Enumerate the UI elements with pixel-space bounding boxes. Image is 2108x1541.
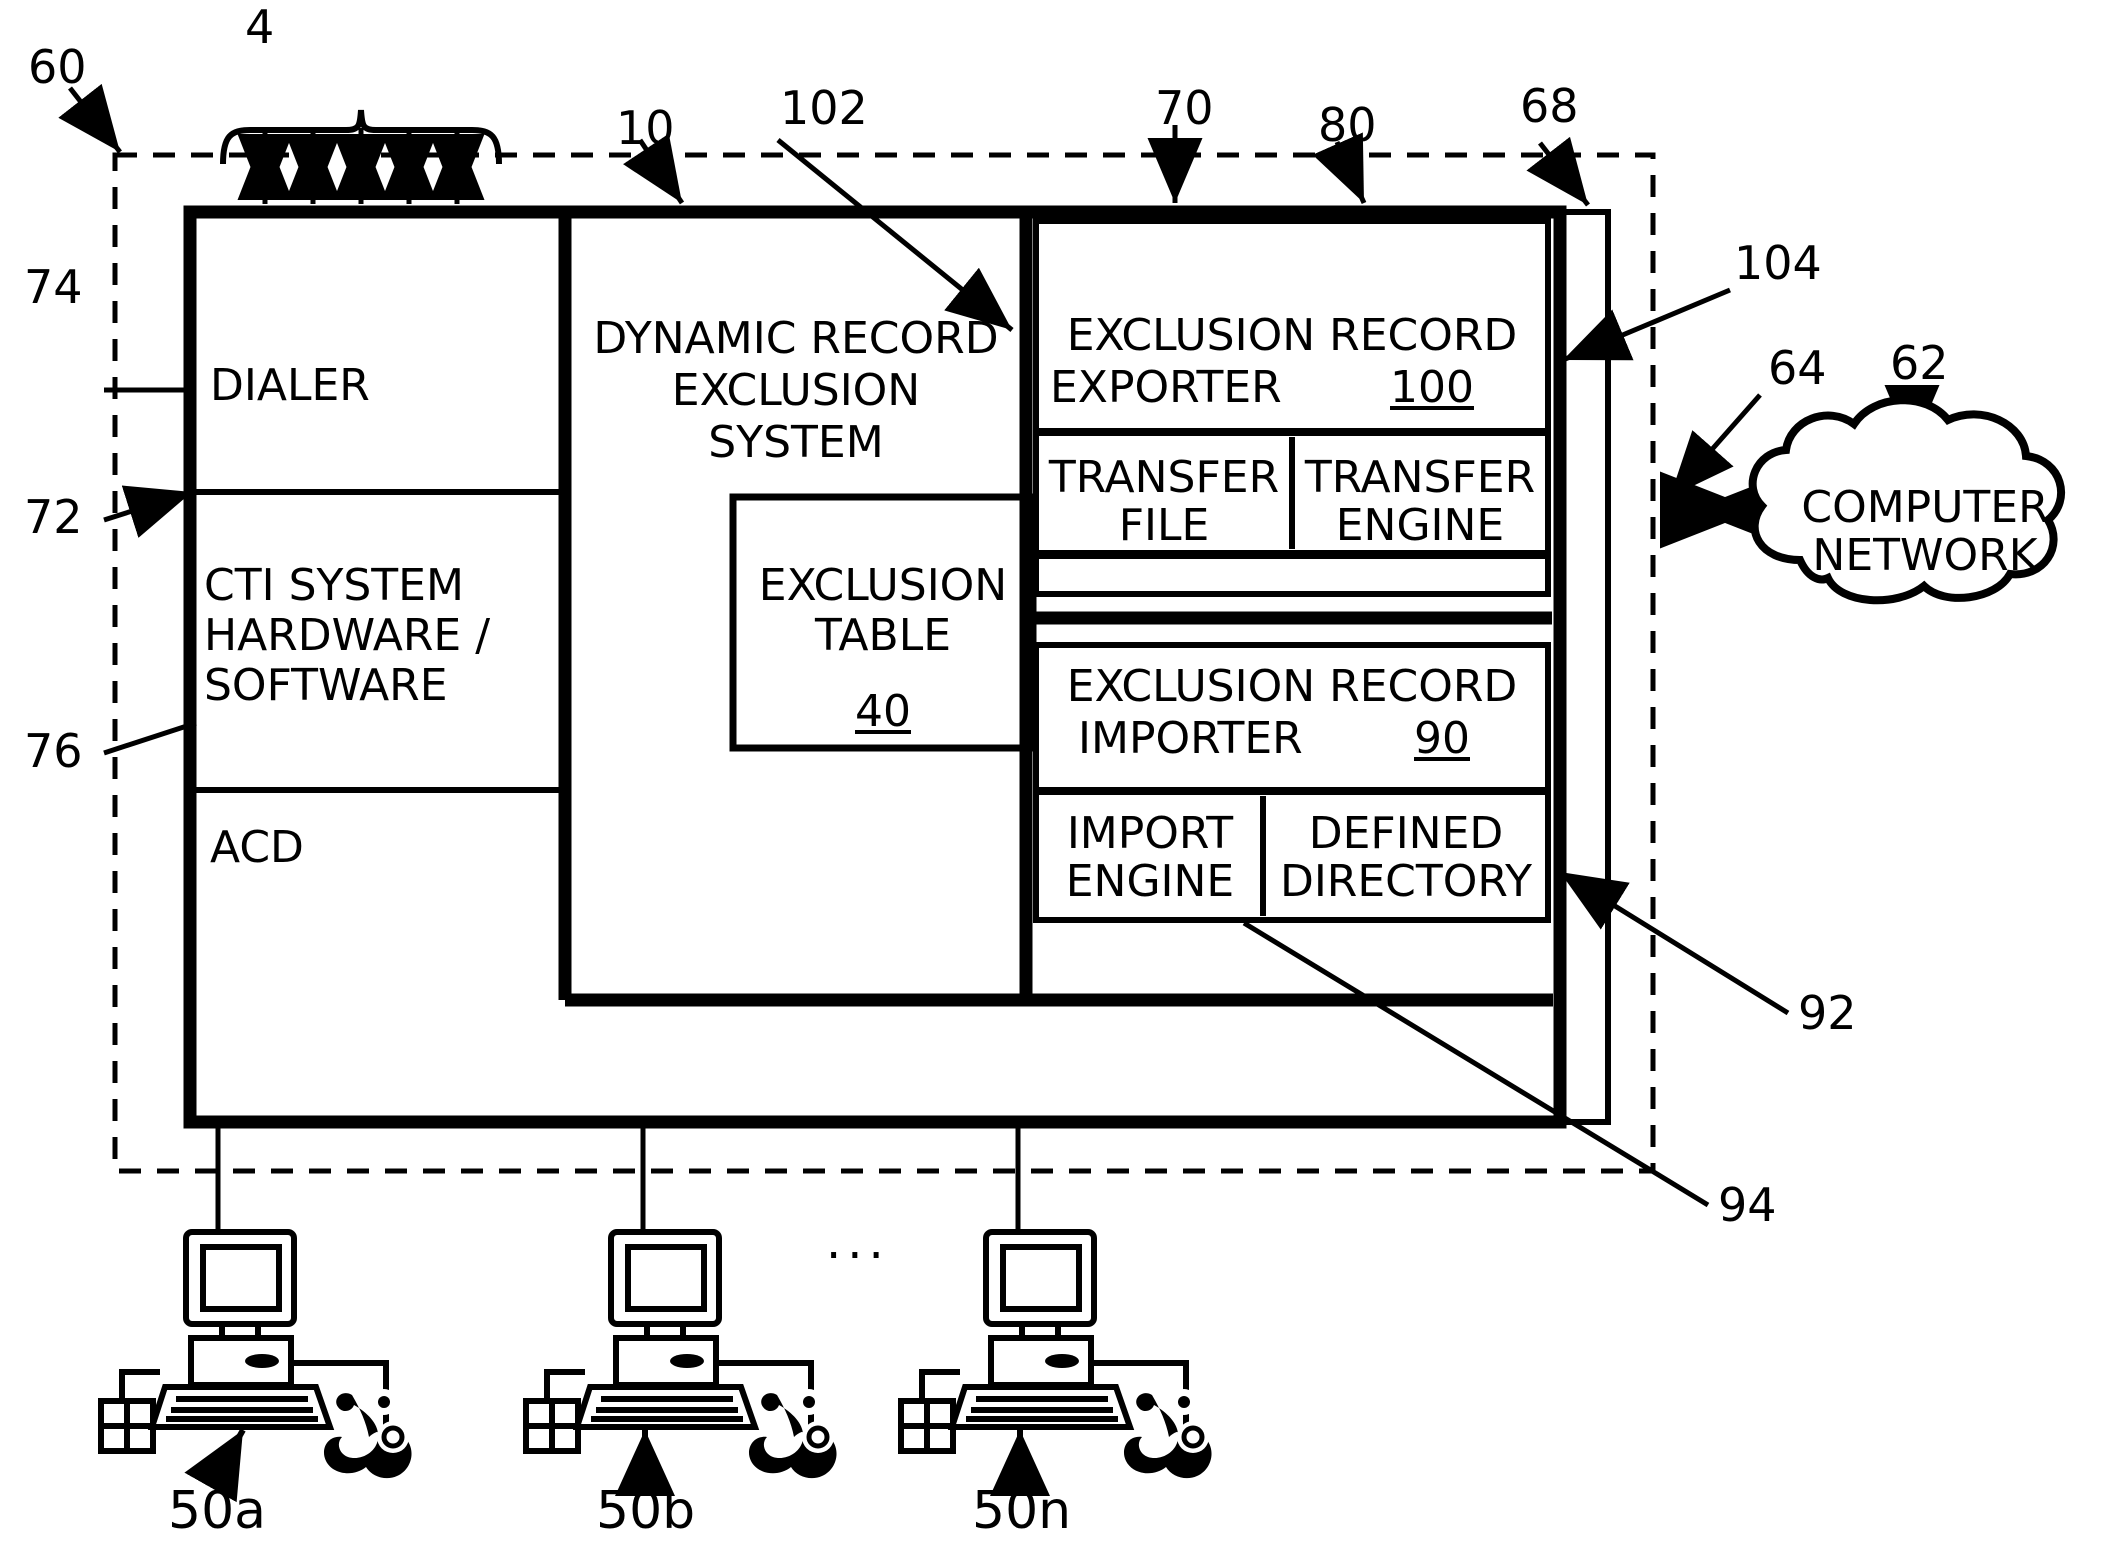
dres-title-line1: DYNAMIC RECORD xyxy=(593,313,999,364)
exporter-numeral: 100 xyxy=(1390,362,1474,413)
ref-numeral-64: 64 xyxy=(1768,341,1827,395)
ref-numeral-4: 4 xyxy=(245,0,275,54)
transfer-file-line2: FILE xyxy=(1118,500,1210,551)
ref-numeral-74: 74 xyxy=(24,260,83,314)
import-engine-line1: IMPORT xyxy=(1066,808,1234,859)
ref-numeral-76: 76 xyxy=(24,724,83,778)
ref-numeral-68: 68 xyxy=(1520,79,1579,133)
exclusion-table-numeral: 40 xyxy=(855,686,911,737)
exporter-title-line2: EXPORTER xyxy=(1050,362,1282,413)
cti-hardware-line2: HARDWARE / xyxy=(204,610,491,661)
ref-numeral-50b: 50b xyxy=(596,1481,696,1541)
ref-numeral-60: 60 xyxy=(28,40,87,94)
headset-icon-50n xyxy=(1123,1389,1212,1479)
headset-icon-50a xyxy=(323,1389,412,1479)
dres-title-line2: EXCLUSION xyxy=(671,365,921,416)
exclusion-table-line1: EXCLUSION xyxy=(758,560,1008,611)
telephony-links-4 xyxy=(237,128,485,204)
ref-numeral-72: 72 xyxy=(24,490,83,544)
headset-icon-50b xyxy=(748,1389,837,1479)
network-label-line1: COMPUTER xyxy=(1801,482,2049,533)
patent-figure: 4 60 10 102 70 80 68 104 64 62 74 72 76 … xyxy=(0,0,2108,1537)
ref-numeral-102: 102 xyxy=(780,81,868,135)
ref-numeral-10: 10 xyxy=(616,101,675,155)
ref-numeral-104: 104 xyxy=(1734,236,1822,290)
cti-hardware-line3: SOFTWARE xyxy=(204,660,448,711)
ref-numeral-50n: 50n xyxy=(972,1481,1072,1541)
ref-numeral-80: 80 xyxy=(1318,98,1377,152)
dres-title-line3: SYSTEM xyxy=(708,417,884,468)
workstation-50n xyxy=(898,1229,1189,1454)
network-label-line2: NETWORK xyxy=(1812,530,2038,581)
diagram-vector-layer xyxy=(58,83,2066,1503)
importer-numeral: 90 xyxy=(1414,713,1470,764)
transfer-file-line1: TRANSFER xyxy=(1048,452,1280,503)
ref-numeral-62: 62 xyxy=(1890,336,1949,390)
transfer-engine-line1: TRANSFER xyxy=(1304,452,1536,503)
defined-directory-line1: DEFINED xyxy=(1308,808,1504,859)
importer-title-line1: EXCLUSION RECORD xyxy=(1066,661,1518,712)
ref-numeral-70: 70 xyxy=(1155,81,1214,135)
ellipsis-label: ... xyxy=(826,1214,890,1270)
defined-directory-line2: DIRECTORY xyxy=(1279,856,1533,907)
cti-hardware-line1: CTI SYSTEM xyxy=(204,560,464,611)
transfer-engine-line2: ENGINE xyxy=(1335,500,1505,551)
workstation-50a xyxy=(98,1229,389,1454)
importer-title-line2: IMPORTER xyxy=(1078,713,1303,764)
exclusion-table-line2: TABLE xyxy=(814,610,952,661)
ref-numeral-94: 94 xyxy=(1718,1178,1777,1232)
import-engine-line2: ENGINE xyxy=(1065,856,1235,907)
workstation-drop-lines xyxy=(215,1122,1021,1232)
ref-numeral-50a: 50a xyxy=(168,1481,267,1541)
dialer-label: DIALER xyxy=(210,360,370,411)
acd-label: ACD xyxy=(210,822,304,873)
ref-numeral-92: 92 xyxy=(1798,986,1857,1040)
workstation-50b xyxy=(523,1229,814,1454)
exporter-title-line1: EXCLUSION RECORD xyxy=(1066,310,1518,361)
